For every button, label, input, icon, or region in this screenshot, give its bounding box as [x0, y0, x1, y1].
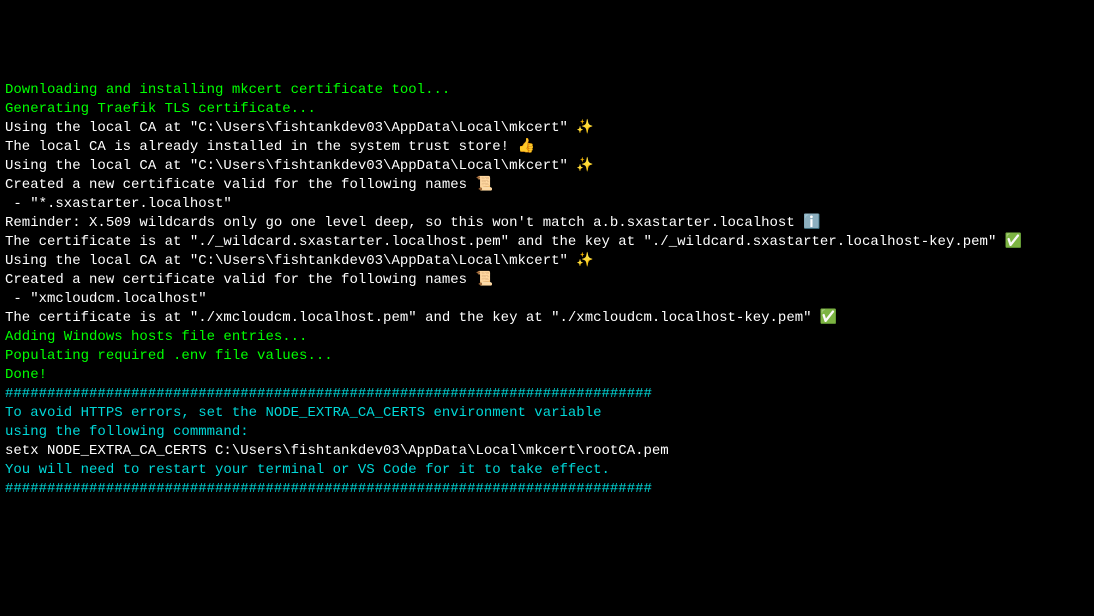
terminal-line: ########################################… [5, 385, 1089, 404]
terminal-line: - "xmcloudcm.localhost" [5, 290, 1089, 309]
terminal-line: To avoid HTTPS errors, set the NODE_EXTR… [5, 404, 1089, 423]
terminal-line: The local CA is already installed in the… [5, 138, 1089, 157]
terminal-line: Using the local CA at "C:\Users\fishtank… [5, 252, 1089, 271]
terminal-line: Reminder: X.509 wildcards only go one le… [5, 214, 1089, 233]
terminal-line: - "*.sxastarter.localhost" [5, 195, 1089, 214]
terminal-line: Using the local CA at "C:\Users\fishtank… [5, 157, 1089, 176]
terminal-line: Created a new certificate valid for the … [5, 271, 1089, 290]
terminal-output: Downloading and installing mkcert certif… [5, 81, 1089, 499]
terminal-line: The certificate is at "./xmcloudcm.local… [5, 309, 1089, 328]
terminal-line: setx NODE_EXTRA_CA_CERTS C:\Users\fishta… [5, 442, 1089, 461]
terminal-line: ########################################… [5, 480, 1089, 499]
terminal-line: Done! [5, 366, 1089, 385]
terminal-line: Created a new certificate valid for the … [5, 176, 1089, 195]
terminal-line: Using the local CA at "C:\Users\fishtank… [5, 119, 1089, 138]
terminal-line: The certificate is at "./_wildcard.sxast… [5, 233, 1089, 252]
terminal-line: using the following commmand: [5, 423, 1089, 442]
terminal-line: Adding Windows hosts file entries... [5, 328, 1089, 347]
terminal-line: Generating Traefik TLS certificate... [5, 100, 1089, 119]
terminal-line: Downloading and installing mkcert certif… [5, 81, 1089, 100]
terminal-line: Populating required .env file values... [5, 347, 1089, 366]
terminal-line: You will need to restart your terminal o… [5, 461, 1089, 480]
